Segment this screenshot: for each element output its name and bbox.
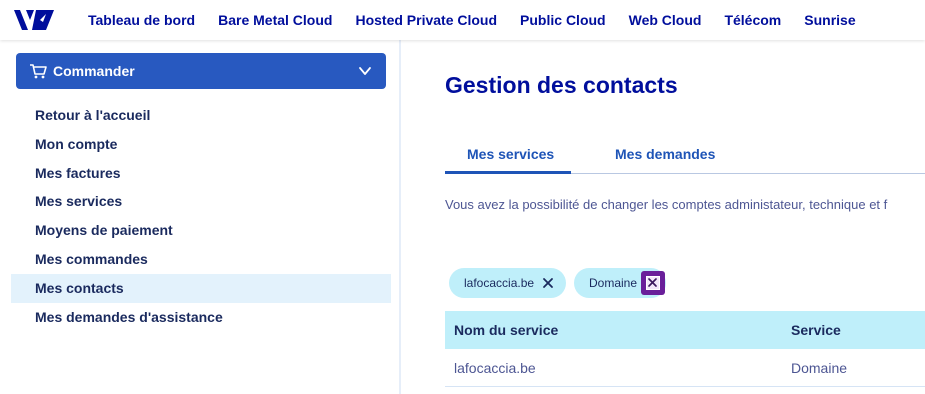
table-row[interactable]: lafocaccia.be Domaine — [445, 349, 925, 387]
filter-chip-service-name: lafocaccia.be — [449, 268, 566, 298]
nav-web-cloud[interactable]: Web Cloud — [629, 12, 702, 28]
sidebar-menu: Retour à l'accueil Mon compte Mes factur… — [11, 101, 391, 331]
sidebar-item-moyens-de-paiement[interactable]: Moyens de paiement — [11, 216, 391, 245]
sidebar-item-mes-services[interactable]: Mes services — [11, 187, 391, 216]
column-header-service-name[interactable]: Nom du service — [454, 322, 558, 338]
description-text: Vous avez la possibilité de changer les … — [445, 197, 888, 212]
cart-icon — [30, 64, 47, 79]
filter-chip-service-type: Domaine — [574, 268, 666, 298]
nav-public-cloud[interactable]: Public Cloud — [520, 12, 606, 28]
table-header: Nom du service Service — [445, 311, 925, 349]
sidebar-item-mes-contacts[interactable]: Mes contacts — [11, 273, 391, 303]
tab-mes-demandes[interactable]: Mes demandes — [615, 146, 715, 162]
tabs: Mes services Mes demandes — [445, 138, 925, 174]
close-icon[interactable] — [641, 271, 665, 295]
services-table: Nom du service Service lafocaccia.be Dom… — [445, 311, 925, 387]
commander-label: Commander — [53, 63, 135, 79]
close-box — [646, 276, 660, 290]
sidebar-item-mon-compte[interactable]: Mon compte — [11, 130, 391, 159]
sidebar-item-mes-demandes-assistance[interactable]: Mes demandes d'assistance — [11, 303, 391, 332]
nav-hosted-private-cloud[interactable]: Hosted Private Cloud — [355, 12, 497, 28]
x-glyph-icon — [648, 278, 657, 287]
cell-service: Domaine — [791, 360, 848, 376]
nav-telecom[interactable]: Télécom — [724, 12, 781, 28]
active-tab-indicator — [445, 171, 571, 174]
ovh-logo-icon[interactable] — [12, 8, 56, 32]
chevron-down-icon — [359, 67, 371, 75]
nav-tableau-de-bord[interactable]: Tableau de bord — [88, 12, 195, 28]
top-navigation: Tableau de bord Bare Metal Cloud Hosted … — [0, 0, 925, 40]
sidebar-item-mes-commandes[interactable]: Mes commandes — [11, 245, 391, 274]
main-content: Gestion des contacts Mes services Mes de… — [403, 40, 925, 394]
sidebar-item-mes-factures[interactable]: Mes factures — [11, 159, 391, 188]
page-title: Gestion des contacts — [445, 72, 678, 98]
sidebar: Commander Retour à l'accueil Mon compte … — [0, 40, 401, 394]
filter-chip-label: lafocaccia.be — [464, 276, 535, 290]
commander-button[interactable]: Commander — [16, 53, 386, 89]
cell-service-name: lafocaccia.be — [454, 360, 536, 376]
sidebar-item-retour-accueil[interactable]: Retour à l'accueil — [11, 101, 391, 130]
filter-chip-label: Domaine — [589, 276, 638, 290]
tab-mes-services[interactable]: Mes services — [467, 146, 554, 162]
column-header-service[interactable]: Service — [791, 322, 841, 338]
nav-bare-metal-cloud[interactable]: Bare Metal Cloud — [218, 12, 332, 28]
nav-sunrise[interactable]: Sunrise — [804, 12, 855, 28]
close-icon[interactable] — [541, 276, 555, 290]
main-nav: Tableau de bord Bare Metal Cloud Hosted … — [88, 0, 879, 40]
